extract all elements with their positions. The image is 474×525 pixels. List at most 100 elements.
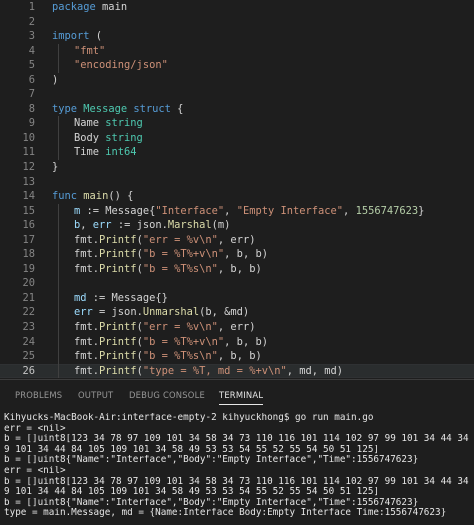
code-line[interactable]: 4 "fmt" — [0, 44, 474, 59]
line-number: 21 — [0, 291, 35, 306]
code-token-string: "err = %v\n" — [143, 321, 218, 333]
code-line[interactable]: 12} — [0, 160, 474, 175]
line-number: 18 — [0, 247, 35, 262]
line-number: 23 — [0, 320, 35, 335]
code-token-plain: ) — [52, 74, 58, 86]
code-line[interactable]: 10Body string — [0, 131, 474, 146]
code-line[interactable]: 13 — [0, 175, 474, 190]
code-token-plain: fmt. — [74, 248, 99, 260]
indent-guide — [58, 204, 59, 219]
code-line[interactable]: 1package main — [0, 0, 474, 15]
indent-guide — [58, 218, 59, 233]
tab-problems[interactable]: PROBLEMS — [15, 390, 62, 404]
line-number: 7 — [0, 87, 35, 102]
terminal-output-line: b = []uint8{"Name":"Interface","Body":"E… — [0, 455, 474, 466]
code-text: Name string — [74, 116, 143, 131]
code-line[interactable]: 21md := Message{} — [0, 291, 474, 306]
line-number: 11 — [0, 145, 35, 160]
indent-guide — [58, 233, 59, 248]
code-line[interactable]: 22err = json.Unmarshal(b, &md) — [0, 305, 474, 320]
code-token-func: Printf — [99, 365, 137, 377]
code-token-type: int64 — [105, 146, 136, 158]
code-token-plain: { — [171, 103, 184, 115]
code-token-plain: (m) — [212, 219, 231, 231]
tab-debug-console[interactable]: DEBUG CONSOLE — [129, 390, 205, 404]
code-token-plain: , err) — [218, 321, 256, 333]
code-line[interactable]: 20 — [0, 276, 474, 291]
code-token-plain: ( — [90, 30, 103, 42]
code-token-plain: } — [418, 205, 424, 217]
code-token-plain: , b, b) — [224, 336, 268, 348]
line-number: 5 — [0, 58, 35, 73]
code-token-type: string — [105, 117, 143, 129]
line-number: 6 — [0, 73, 35, 88]
code-line[interactable]: 15m := Message{"Interface", "Empty Inter… — [0, 204, 474, 219]
code-line[interactable]: 3import ( — [0, 29, 474, 44]
code-token-plain: fmt. — [74, 336, 99, 348]
code-token-plain: fmt. — [74, 365, 99, 377]
code-token-plain: , — [224, 205, 237, 217]
code-line[interactable]: 9 Name string — [0, 116, 474, 131]
code-token-plain: , err) — [218, 234, 256, 246]
indent-guide — [58, 364, 59, 379]
code-text: fmt.Printf("b = %T%s\n", b, b) — [74, 262, 262, 277]
code-line[interactable]: 18 fmt.Printf("b = %T%+v\n", b, b) — [0, 247, 474, 262]
code-token-keyword: struct — [133, 103, 171, 115]
indent-guide — [58, 247, 59, 262]
code-token-keyword: type — [52, 103, 77, 115]
code-token-plain: , md, md) — [287, 365, 343, 377]
line-number: 9 — [0, 116, 35, 131]
code-editor[interactable]: 1package main23import (4 "fmt"5"encoding/… — [0, 0, 474, 379]
code-line[interactable]: 14func main() { — [0, 189, 474, 204]
code-line[interactable]: 8type Message struct { — [0, 102, 474, 117]
code-line[interactable]: 16b, err := json.Marshal(m) — [0, 218, 474, 233]
code-text: fmt.Printf("err = %v\n", err) — [74, 320, 255, 335]
code-token-func: Unmarshal — [143, 306, 199, 318]
code-token-plain: := Message{} — [87, 292, 168, 304]
code-text: fmt.Printf("b = %T%s\n", b, b) — [74, 349, 262, 364]
tab-output[interactable]: OUTPUT — [78, 390, 113, 404]
code-text: "fmt" — [74, 44, 105, 59]
terminal-output-line: 9 101 34 44 84 105 109 101 34 58 49 53 5… — [0, 487, 474, 498]
indent-guide — [58, 349, 59, 364]
code-line[interactable]: 26fmt.Printf("type = %T, md = %+v\n", md… — [0, 364, 474, 379]
indent-guide — [58, 131, 59, 146]
code-line[interactable]: 6) — [0, 73, 474, 88]
code-token-plain: () { — [108, 190, 133, 202]
code-token-func: main — [83, 190, 108, 202]
code-token-number: 1556747623 — [356, 205, 419, 217]
code-line[interactable]: 25fmt.Printf("b = %T%s\n", b, b) — [0, 349, 474, 364]
code-token-plain: = json. — [93, 306, 143, 318]
code-token-var: err — [74, 306, 93, 318]
code-token-type: string — [105, 132, 143, 144]
code-line[interactable]: 11Time int64 — [0, 145, 474, 160]
code-token-func: Marshal — [168, 219, 212, 231]
terminal-output-line: b = []uint8[123 34 78 97 109 101 34 58 3… — [0, 477, 474, 488]
line-number: 14 — [0, 189, 35, 204]
terminal-output-line: b = []uint8{"Name":"Interface","Body":"E… — [0, 498, 474, 509]
terminal-output[interactable]: Kihyucks-MacBook-Air:interface-empty-2 k… — [0, 413, 474, 525]
line-number: 2 — [0, 15, 35, 30]
line-number: 24 — [0, 335, 35, 350]
code-text: fmt.Printf("b = %T%+v\n", b, b) — [74, 247, 268, 262]
line-number: 1 — [0, 0, 35, 15]
code-line[interactable]: 7 — [0, 87, 474, 102]
code-line[interactable]: 17fmt.Printf("err = %v\n", err) — [0, 233, 474, 248]
code-token-plain: main — [96, 1, 127, 13]
code-line[interactable]: 23 fmt.Printf("err = %v\n", err) — [0, 320, 474, 335]
line-number: 15 — [0, 204, 35, 219]
code-line[interactable]: 5"encoding/json" — [0, 58, 474, 73]
line-number: 20 — [0, 276, 35, 291]
code-token-func: Printf — [99, 248, 137, 260]
code-token-plain: , — [343, 205, 356, 217]
code-line[interactable]: 2 — [0, 15, 474, 30]
code-line[interactable]: 19fmt.Printf("b = %T%s\n", b, b) — [0, 262, 474, 277]
code-token-plain: , b, b) — [224, 248, 268, 260]
indent-guide — [58, 44, 59, 59]
tab-terminal[interactable]: TERMINAL — [219, 390, 263, 405]
code-token-plain: fmt. — [74, 263, 99, 275]
terminal-output-line: type = main.Message, md = {Name:Interfac… — [0, 508, 474, 519]
code-line[interactable]: 24fmt.Printf("b = %T%+v\n", b, b) — [0, 335, 474, 350]
line-number: 4 — [0, 44, 35, 59]
indent-guide — [58, 276, 59, 291]
